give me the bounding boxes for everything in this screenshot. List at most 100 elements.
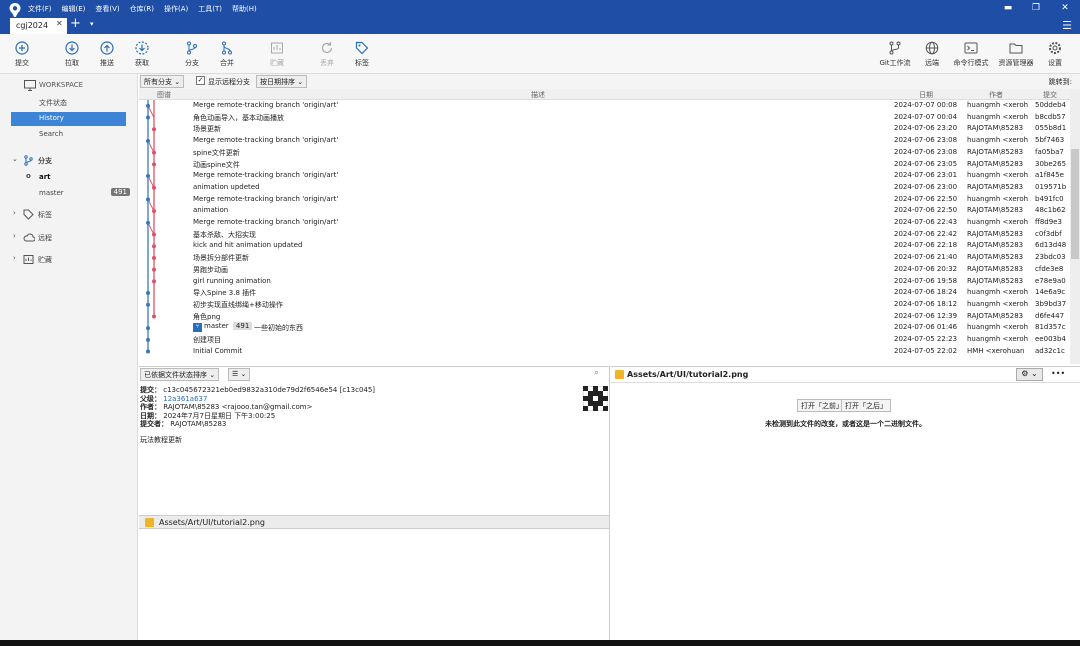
commit-row[interactable]: ⑂ master 491 一些初始的东西 2024-07-06 01:46 huangm… [139, 322, 1070, 334]
commit-row[interactable]: 场景更新 2024-07-06 23:20 RAJOTAM\85283 055b8d1 [139, 123, 1070, 135]
date-field-label: 日期： [140, 411, 161, 420]
jump-to-label[interactable]: 跳转到: [1049, 77, 1072, 87]
parent-hash-link[interactable]: 12a361a637 [163, 395, 207, 403]
sidebar-section-remotes[interactable]: › 远程 [0, 231, 138, 245]
menu-help[interactable]: 帮助(H) [232, 4, 257, 14]
pull-label: 拉取 [65, 59, 79, 67]
commit-hash: 3b9bd37 [1035, 299, 1067, 308]
commit-author: huangmh <xeroh [967, 335, 1029, 343]
column-description[interactable]: 描述 [531, 90, 545, 100]
commit-description: Merge remote-tracking branch 'origin/art… [193, 101, 339, 109]
window-close-button[interactable]: ✕ [1057, 3, 1073, 13]
more-options-button[interactable]: ••• [1051, 369, 1065, 378]
commit-row[interactable]: 角色动画导入，基本动画播放 2024-07-07 00:04 huangmh <xe… [139, 112, 1070, 124]
title-bar: 文件(F) 编辑(E) 查看(V) 仓库(R) 操作(A) 工具(T) 帮助(H… [0, 0, 1080, 34]
commit-row[interactable]: Merge remote-tracking branch 'origin/art… [139, 170, 1070, 182]
sidebar-section-tags[interactable]: › 标签 [0, 208, 138, 222]
commit-row[interactable]: 基本杀敌、大招实现 2024-07-06 22:42 RAJOTAM\85283 c0… [139, 229, 1070, 241]
commit-row[interactable]: Merge remote-tracking branch 'origin/art… [139, 194, 1070, 206]
commit-author: RAJOTAM\85283 [967, 276, 1024, 285]
column-graph[interactable]: 图谱 [157, 90, 171, 100]
fetch-button[interactable]: 获取 [122, 39, 162, 68]
sort-dropdown[interactable]: 按日期排序 ⌄ [256, 75, 308, 88]
commit-row[interactable]: Merge remote-tracking branch 'origin/art… [139, 135, 1070, 147]
menu-view[interactable]: 查看(V) [95, 4, 119, 14]
menu-edit[interactable]: 编辑(E) [62, 4, 86, 14]
parent-field-label: 父级： [140, 394, 161, 403]
tag-icon [23, 209, 34, 220]
stash-button[interactable]: 贮藏 [257, 39, 297, 68]
column-author[interactable]: 作者 [989, 90, 1003, 100]
commit-hash-value: c13c045672321eb0ed9832a310de79d2f6546e54… [163, 386, 376, 394]
commit-author: huangmh <xeroh [967, 112, 1029, 121]
commit-row[interactable]: Initial Commit 2024-07-05 22:02 HMH <xeroh… [139, 346, 1070, 358]
branch-label-master[interactable]: ⑂ master 491 [193, 322, 253, 333]
commit-date: 2024-07-05 22:02 [894, 346, 958, 355]
hamburger-menu-icon[interactable]: ☰ [1062, 19, 1072, 32]
branch-filter-dropdown[interactable]: 所有分支 ⌄ [140, 75, 185, 88]
diff-options-button[interactable]: ⚙ ⌄ [1016, 368, 1043, 381]
open-after-button[interactable]: 打开「之后」 [841, 399, 891, 412]
commit-hash: 14e6a9c [1035, 288, 1066, 297]
file-sort-dropdown[interactable]: 已依据文件状态排序 ⌄ [140, 368, 220, 381]
commit-row[interactable]: 场景拆分部件更新 2024-07-06 21:40 RAJOTAM\85283 23b… [139, 252, 1070, 264]
monitor-icon [24, 80, 36, 91]
git-flow-button[interactable]: Git工作流 [875, 39, 915, 68]
settings-button[interactable]: 设置 [1035, 39, 1075, 68]
commit-row[interactable]: Merge remote-tracking branch 'origin/art… [139, 217, 1070, 229]
commit-hash: fa05ba7 [1035, 147, 1064, 156]
push-button[interactable]: 推送 [87, 39, 127, 68]
minimize-button[interactable]: ▬ [1000, 3, 1016, 13]
commit-row[interactable]: Merge remote-tracking branch 'origin/art… [139, 100, 1070, 112]
merge-icon [222, 41, 232, 55]
commit-hash: 48c1b62 [1035, 206, 1066, 215]
branch-button[interactable]: 分支 [172, 39, 212, 68]
commit-button[interactable]: 提交 [2, 39, 42, 68]
search-icon[interactable]: ⌕ [594, 368, 599, 378]
tab-dropdown-icon[interactable]: ▾ [90, 20, 94, 28]
terminal-button[interactable]: 命令行模式 [951, 39, 991, 68]
commit-row[interactable]: 男跑步动画 2024-07-06 20:32 RAJOTAM\85283 cfde3e… [139, 264, 1070, 276]
commit-row[interactable]: 初步实现直线绑绳+移动操作 2024-07-06 18:12 huangmh <xe… [139, 299, 1070, 311]
commit-row[interactable]: girl running animation 2024-07-06 19:58 RA… [139, 276, 1070, 288]
branch-item-art[interactable]: o art [0, 171, 138, 185]
explorer-button[interactable]: 资源管理器 [996, 39, 1036, 68]
history-scrollbar[interactable] [1070, 89, 1080, 364]
column-commit[interactable]: 提交 [1043, 90, 1057, 100]
view-mode-dropdown[interactable]: ☰ ⌄ [228, 368, 251, 381]
sidebar-item-file-status[interactable]: 文件状态 [0, 96, 138, 110]
commit-row[interactable]: 创建项目 2024-07-05 22:23 huangmh <xeroh ee003b… [139, 334, 1070, 346]
commit-row[interactable]: animation 2024-07-06 22:50 RAJOTAM\85283 48… [139, 205, 1070, 217]
pull-button[interactable]: 拉取 [52, 39, 92, 68]
menu-file[interactable]: 文件(F) [28, 4, 52, 14]
discard-button[interactable]: 丢弃 [307, 39, 347, 68]
column-date[interactable]: 日期 [919, 90, 933, 100]
menu-repository[interactable]: 仓库(R) [130, 4, 154, 14]
branch-item-master[interactable]: master 491 [0, 187, 138, 201]
commit-row[interactable]: animation updeted 2024-07-06 23:00 RAJOTAM… [139, 182, 1070, 194]
scrollbar-thumb[interactable] [1071, 149, 1079, 259]
add-tab-button[interactable]: + [70, 16, 81, 31]
show-remote-checkbox[interactable]: ✓ [196, 76, 205, 85]
remote-button[interactable]: 远端 [912, 39, 952, 68]
menu-actions[interactable]: 操作(A) [164, 4, 188, 14]
commit-row[interactable]: 导入Spine 3.8 插件 2024-07-06 18:24 huangmh <x… [139, 287, 1070, 299]
commit-row[interactable]: spine文件更新 2024-07-06 23:08 RAJOTAM\85283 fa… [139, 147, 1070, 159]
commit-row[interactable]: 动画spine文件 2024-07-06 23:05 RAJOTAM\85283 30… [139, 159, 1070, 171]
menu-tools[interactable]: 工具(T) [198, 4, 222, 14]
open-before-button[interactable]: 打开「之前」 [797, 399, 847, 412]
commit-description: 基本杀敌、大招实现 [193, 230, 256, 239]
commit-hash: c0f3dbf [1035, 229, 1062, 238]
merge-button[interactable]: 合并 [207, 39, 247, 68]
tag-button[interactable]: 标签 [342, 39, 382, 68]
changed-file-row[interactable]: Assets/Art/UI/tutorial2.png [139, 515, 609, 529]
sidebar-item-history[interactable]: History [11, 112, 126, 126]
maximize-button[interactable]: ❐ [1028, 3, 1044, 13]
sidebar-item-search[interactable]: Search [0, 128, 138, 142]
commit-row[interactable]: kick and hit animation updated 2024-07-06… [139, 240, 1070, 252]
sidebar-section-stashes[interactable]: › 贮藏 [0, 253, 138, 267]
tab-close-icon[interactable]: ✕ [56, 19, 63, 28]
sidebar-section-branches[interactable]: ⌄ 分支 [0, 154, 138, 168]
push-label: 推送 [100, 59, 114, 67]
commit-row[interactable]: 角色png 2024-07-06 12:39 RAJOTAM\85283 d6fe44… [139, 311, 1070, 323]
